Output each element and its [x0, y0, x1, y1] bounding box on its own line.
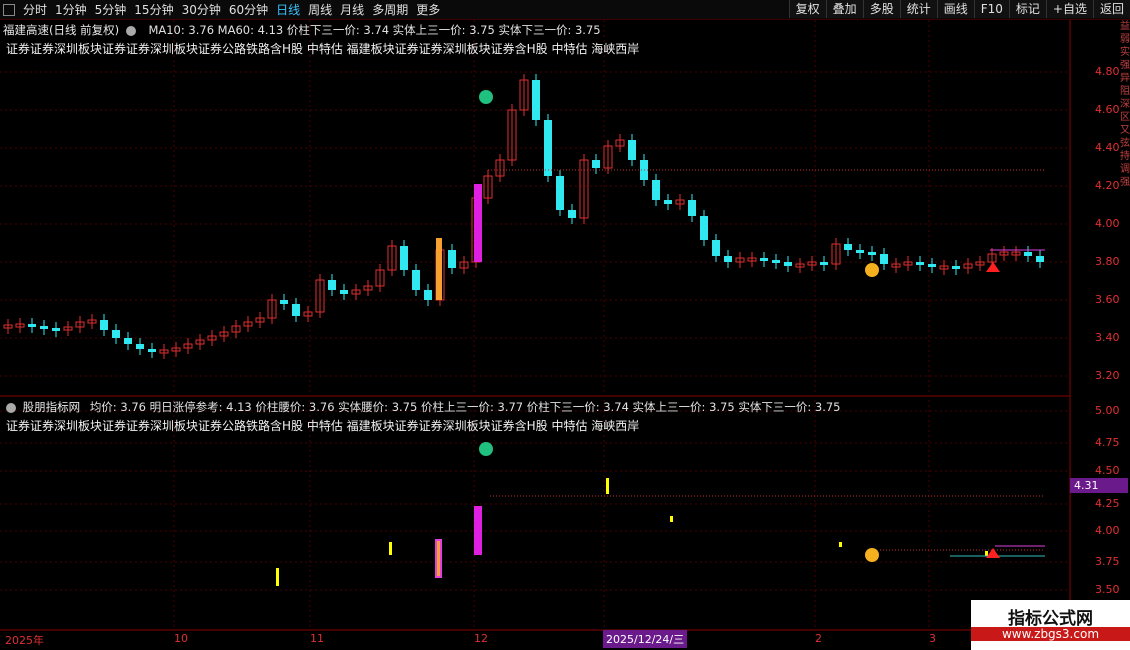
candle-body [424, 290, 432, 300]
candle-body [532, 80, 540, 120]
sub-indicator-values: 均价: 3.76 明日涨停参考: 4.13 价柱腰价: 3.76 实体腰价: 3… [89, 400, 841, 414]
x-tick: 3 [929, 632, 936, 645]
main-sector-tags: 证券证券深圳板块证券证券深圳板块证券公路铁路含H股 中特估 福建板块证券证券深圳… [6, 42, 640, 56]
candle-body [724, 256, 732, 262]
candle-body [544, 120, 552, 176]
candle-body [148, 349, 156, 352]
candle-body [292, 304, 300, 316]
candle-body [52, 328, 60, 331]
candle-body [844, 244, 852, 250]
sub-indicator-title: 股朋指标网 [22, 400, 81, 414]
sub-y-tick: 5.00 [1095, 404, 1120, 417]
x-tick: 2025年 [5, 634, 44, 647]
sub-bar [437, 541, 440, 576]
candle-body [448, 250, 456, 268]
up-triangle-icon [986, 262, 1000, 272]
candle-body [700, 216, 708, 240]
stock-title: 福建高速(日线 前复权) [3, 23, 120, 37]
main-indicator-values: MA10: 3.76 MA60: 4.13 价柱下三一价: 3.74 实体上三一… [148, 23, 601, 37]
candle-body [40, 326, 48, 329]
candle-body [1036, 256, 1044, 262]
candle-body [556, 176, 564, 210]
sub-yellow-bar [985, 551, 988, 556]
candle-body [652, 180, 660, 200]
sub-down-circle-icon [479, 442, 493, 456]
cursor-date-label: 2025/12/24/三 [603, 630, 688, 648]
candle-body [1024, 252, 1032, 256]
candle-body [784, 262, 792, 266]
candle-body [340, 290, 348, 294]
y-tick: 3.40 [1095, 331, 1120, 344]
y-tick: 3.80 [1095, 255, 1120, 268]
candle-body [136, 344, 144, 349]
y-tick: 3.20 [1095, 369, 1120, 382]
candle-body [112, 330, 120, 338]
x-tick: 11 [310, 632, 324, 645]
candle-body [760, 258, 768, 261]
candle-body [772, 260, 780, 263]
sub-yellow-bar [276, 568, 279, 586]
sub-y-tick: 3.75 [1095, 555, 1120, 568]
main-info-line: 福建高速(日线 前复权) MA10: 3.76 MA60: 4.13 价柱下三一… [3, 22, 601, 38]
candle-body [28, 324, 36, 327]
candle-body [952, 266, 960, 269]
right-side-strip: 益弱实强异阻深区又弦持调强 [1120, 21, 1130, 188]
candle-body [820, 262, 828, 265]
watermark-badge: 指标公式网 www.zbgs3.com [971, 600, 1130, 650]
y-tick: 4.00 [1095, 217, 1120, 230]
sub-y-tick: 4.75 [1095, 436, 1120, 449]
x-tick: 12 [474, 632, 488, 645]
sub-y-tick: 4.00 [1095, 524, 1120, 537]
sub-sector-tags: 证券证券深圳板块证券证券深圳板块证券公路铁路含H股 中特估 福建板块证券证券深圳… [6, 419, 640, 433]
current-price-tag: 4.31 [1070, 478, 1128, 493]
watermark-url: www.zbgs3.com [971, 627, 1130, 641]
settings-dot-icon[interactable] [125, 25, 136, 36]
candle-body [664, 200, 672, 204]
candle-body [880, 254, 888, 264]
sub-settings-dot-icon[interactable] [6, 402, 16, 413]
candle-body [712, 240, 720, 256]
candle-body [592, 160, 600, 168]
sub-info-line: 股朋指标网 均价: 3.76 明日涨停参考: 4.13 价柱腰价: 3.76 实… [3, 399, 840, 415]
sub-magenta-bar [474, 506, 482, 555]
sub-yellow-bar [839, 542, 842, 547]
magenta-bar [474, 184, 482, 262]
candle-body [928, 264, 936, 267]
candle-body [328, 280, 336, 290]
y-tick: 4.20 [1095, 179, 1120, 192]
down-circle-icon [479, 90, 493, 104]
sub-y-tick: 4.50 [1095, 464, 1120, 477]
y-tick: 3.60 [1095, 293, 1120, 306]
candle-body [856, 250, 864, 253]
candle-body [568, 210, 576, 218]
up-circle-icon [865, 263, 879, 277]
x-tick: 10 [174, 632, 188, 645]
candle-body [124, 338, 132, 344]
sub-y-tick: 3.50 [1095, 583, 1120, 596]
y-tick: 4.40 [1095, 141, 1120, 154]
sub-yellow-bar [670, 516, 673, 522]
candle-body [280, 300, 288, 304]
watermark-title: 指标公式网 [1008, 609, 1093, 629]
y-tick: 4.60 [1095, 103, 1120, 116]
sub-y-tick: 4.25 [1095, 497, 1120, 510]
candle-body [100, 320, 108, 330]
sub-yellow-bar [606, 478, 609, 494]
candle-body [400, 246, 408, 270]
y-tick: 4.80 [1095, 65, 1120, 78]
sub-yellow-bar [389, 542, 392, 555]
candle-body [628, 140, 636, 160]
candle-body [868, 252, 876, 255]
candle-body [412, 270, 420, 290]
candle-body [688, 200, 696, 216]
sub-up-circle-icon [865, 548, 879, 562]
x-tick: 2 [815, 632, 822, 645]
kline-chart[interactable] [0, 0, 1130, 650]
candle-body [916, 262, 924, 265]
highlight-bar [436, 238, 442, 300]
